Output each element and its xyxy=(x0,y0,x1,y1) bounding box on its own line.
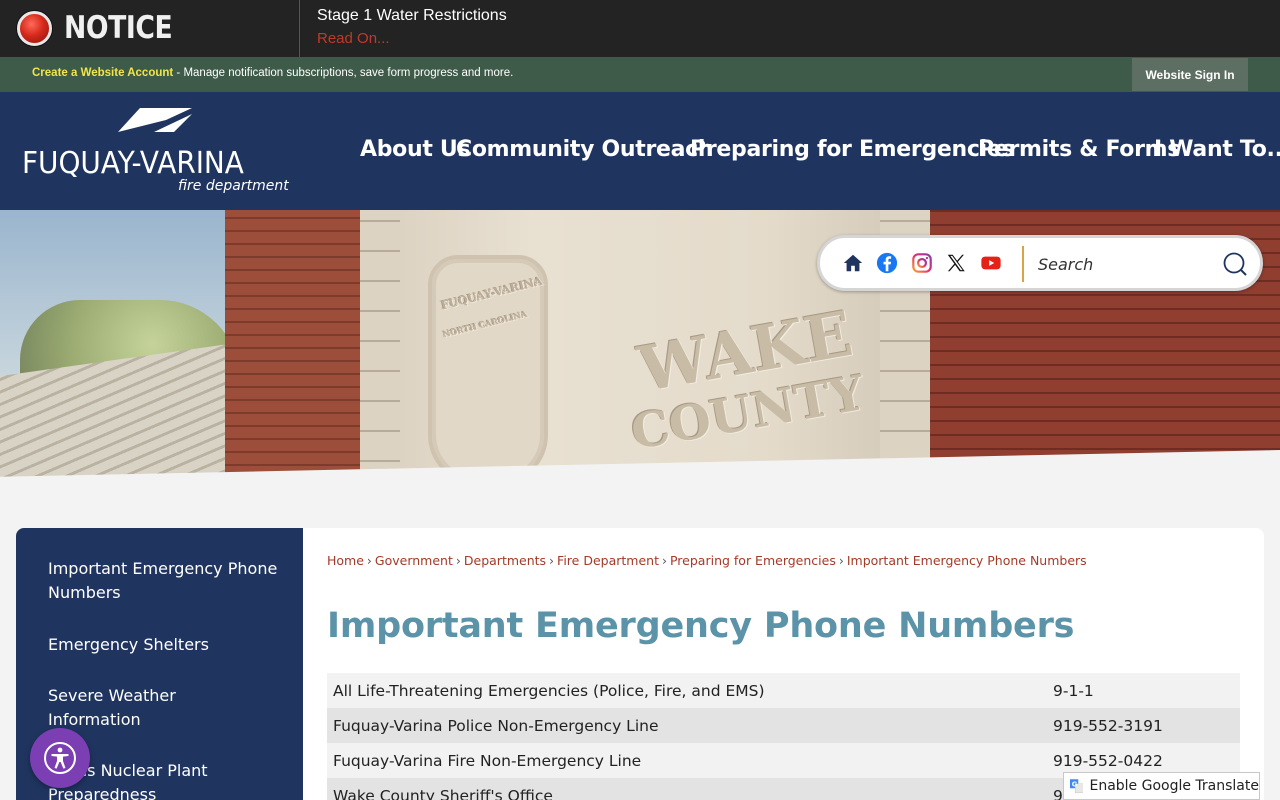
hero-stone-column xyxy=(360,210,400,490)
svg-text:G: G xyxy=(1072,780,1078,788)
x-icon[interactable] xyxy=(945,252,967,274)
search-icon[interactable] xyxy=(1222,251,1248,277)
nav-community-outreach[interactable]: Community Outreach xyxy=(456,137,714,167)
sidebar-item-severe-weather[interactable]: Severe Weather Information xyxy=(48,684,208,732)
breadcrumb-fire-department[interactable]: Fire Department xyxy=(557,553,659,568)
translate-label: Enable Google Translate xyxy=(1089,778,1259,794)
phone-name: Wake County Sheriff's Office xyxy=(327,778,1047,800)
phone-name: Fuquay-Varina Police Non-Emergency Line xyxy=(327,708,1047,743)
phone-number: 9-1-1 xyxy=(1047,673,1240,708)
google-translate-icon: G xyxy=(1070,779,1084,793)
notice-bar: NOTICE Stage 1 Water Restrictions Read O… xyxy=(0,0,1280,57)
breadcrumb-separator: › xyxy=(455,553,461,568)
logo-subtitle: fire department xyxy=(178,178,289,194)
breadcrumb-separator: › xyxy=(366,553,372,568)
nav-preparing-for-emergencies[interactable]: Preparing for Emergencies xyxy=(690,137,1015,167)
create-account-link[interactable]: Create a Website Account xyxy=(32,67,173,79)
website-sign-in-button[interactable]: Website Sign In xyxy=(1132,58,1248,91)
facebook-icon[interactable] xyxy=(876,252,898,274)
breadcrumb-separator: › xyxy=(661,553,667,568)
search-social-bar xyxy=(817,235,1263,291)
notice-read-on-link[interactable]: Read On... xyxy=(317,30,390,47)
breadcrumb-home[interactable]: Home xyxy=(327,553,364,568)
nav-i-want-to[interactable]: I Want To... xyxy=(1154,137,1280,167)
breadcrumb-separator: › xyxy=(838,553,844,568)
nav-permits-forms[interactable]: Permits & Forms xyxy=(978,137,1180,167)
google-translate-button[interactable]: G Enable Google Translate xyxy=(1063,772,1260,800)
hero-carved-seal: FUQUAY-VARINA NORTH CAROLINA xyxy=(428,255,548,485)
table-row: Fuquay-Varina Police Non-Emergency Line … xyxy=(327,708,1240,743)
site-logo[interactable]: FUQUAY-VARINA fire department xyxy=(22,106,289,198)
youtube-icon[interactable] xyxy=(980,252,1002,274)
accessibility-button[interactable] xyxy=(30,728,90,788)
hero-brick-wall xyxy=(225,210,375,490)
notice-badge: NOTICE xyxy=(0,0,300,57)
account-description: - Manage notification subscriptions, sav… xyxy=(173,67,514,79)
page-title: Important Emergency Phone Numbers xyxy=(327,606,1075,646)
sidebar-item-phone-numbers[interactable]: Important Emergency Phone Numbers xyxy=(48,557,278,605)
logo-name: FUQUAY-VARINA xyxy=(22,146,244,181)
notice-title: NOTICE xyxy=(64,10,173,46)
accessibility-icon xyxy=(44,742,76,774)
phone-number: 919-552-3191 xyxy=(1047,708,1240,743)
home-icon[interactable] xyxy=(842,252,864,274)
nav-about-us[interactable]: About Us xyxy=(360,137,471,167)
logo-mark-icon xyxy=(118,108,192,132)
table-row: All Life-Threatening Emergencies (Police… xyxy=(327,673,1240,708)
account-bar: Create a Website Account - Manage notifi… xyxy=(0,57,1280,92)
phone-name: Fuquay-Varina Fire Non-Emergency Line xyxy=(327,743,1047,778)
account-text: Create a Website Account - Manage notifi… xyxy=(32,67,513,79)
site-header: FUQUAY-VARINA fire department About Us C… xyxy=(0,92,1280,210)
phone-name: All Life-Threatening Emergencies (Police… xyxy=(327,673,1047,708)
seal-subtext: NORTH CAROLINA xyxy=(442,308,529,340)
breadcrumb-preparing[interactable]: Preparing for Emergencies xyxy=(670,553,836,568)
instagram-icon[interactable] xyxy=(911,252,933,274)
breadcrumb-current[interactable]: Important Emergency Phone Numbers xyxy=(847,553,1087,568)
main-content: Home › Government › Departments › Fire Departm… xyxy=(303,528,1264,800)
notice-message: Stage 1 Water Restrictions xyxy=(317,7,507,24)
breadcrumb-separator: › xyxy=(549,553,555,568)
breadcrumb: Home › Government › Departments › Fire Departm… xyxy=(327,553,1087,568)
breadcrumb-departments[interactable]: Departments xyxy=(464,553,546,568)
sidebar-item-emergency-shelters[interactable]: Emergency Shelters xyxy=(48,633,278,657)
main-nav: About Us Community Outreach Preparing fo… xyxy=(360,137,1280,167)
search-divider xyxy=(1022,246,1024,282)
alert-icon xyxy=(17,11,52,46)
breadcrumb-government[interactable]: Government xyxy=(375,553,453,568)
search-input[interactable] xyxy=(1038,250,1218,278)
seal-text: FUQUAY-VARINA xyxy=(439,274,544,313)
